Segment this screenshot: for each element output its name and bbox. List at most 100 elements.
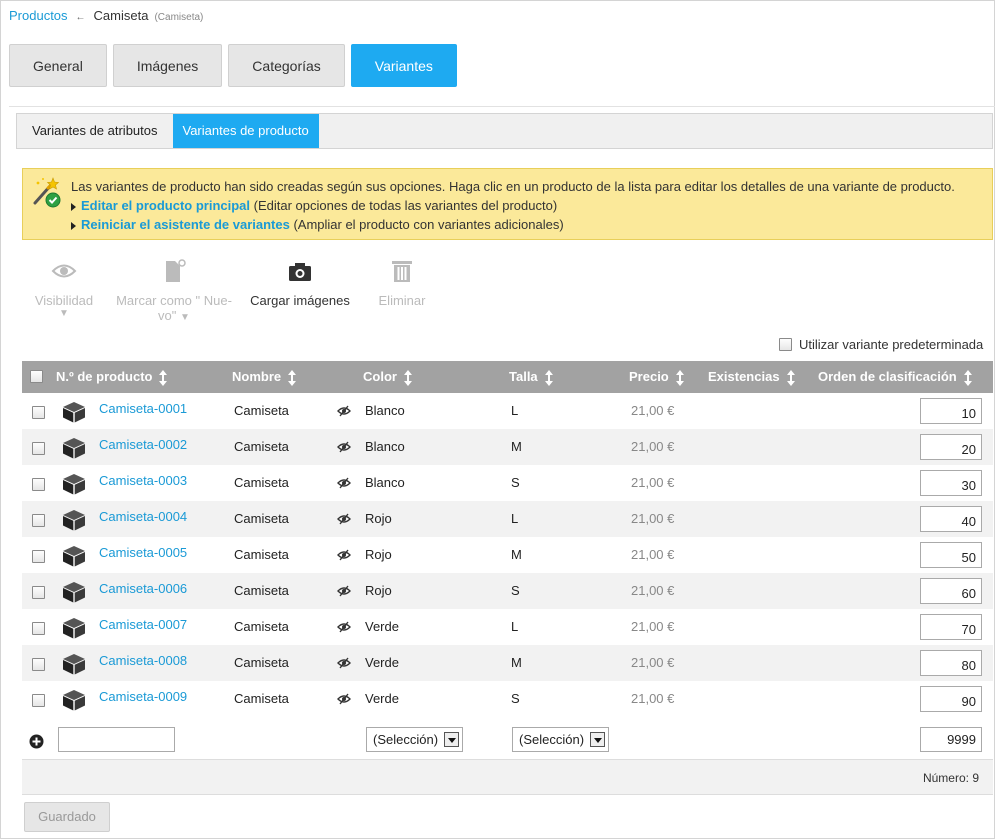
product-price: 21,00 € xyxy=(631,511,675,526)
sort-order-input[interactable]: 30 xyxy=(920,470,982,496)
row-checkbox[interactable] xyxy=(32,550,45,563)
sort-icon xyxy=(288,369,297,386)
info-line-2: Reiniciar el asistente de variantes (Amp… xyxy=(71,215,955,234)
col-header-color[interactable]: Color xyxy=(363,361,412,393)
product-color: Verde xyxy=(365,691,399,706)
tab-general[interactable]: General xyxy=(9,44,107,87)
eye-icon xyxy=(51,264,77,278)
row-checkbox[interactable] xyxy=(32,478,45,491)
upload-images-button[interactable]: Cargar imágenes xyxy=(248,258,352,308)
subtab-variantes-de-atributos[interactable]: Variantes de atributos xyxy=(17,114,173,148)
new-size-select[interactable]: (Selección) xyxy=(512,727,609,752)
trash-icon xyxy=(392,261,412,282)
tabs-divider xyxy=(9,106,995,107)
table-row: Camiseta-0009 Camiseta Verde S 21,00 € 90 xyxy=(22,681,993,717)
delete-button[interactable]: Eliminar xyxy=(372,258,432,308)
product-color: Rojo xyxy=(365,583,392,598)
product-no-link[interactable]: Camiseta-0004 xyxy=(99,501,187,537)
breadcrumb-productos-link[interactable]: Productos xyxy=(9,8,68,23)
eye-slash-icon xyxy=(337,585,351,597)
info-line-1: Editar el producto principal (Editar opc… xyxy=(71,196,955,215)
sort-order-input[interactable]: 70 xyxy=(920,614,982,640)
row-checkbox[interactable] xyxy=(32,622,45,635)
restart-variant-wizard-link[interactable]: Reiniciar el asistente de variantes xyxy=(81,217,290,232)
save-button[interactable]: Guardado xyxy=(24,802,110,832)
sort-order-input[interactable]: 80 xyxy=(920,650,982,676)
product-box-icon xyxy=(63,474,85,495)
info-description: Las variantes de producto han sido cread… xyxy=(71,179,955,194)
edit-main-product-link[interactable]: Editar el producto principal xyxy=(81,198,250,213)
product-box-icon xyxy=(63,654,85,675)
delete-label: Eliminar xyxy=(378,293,426,308)
tab-imagenes[interactable]: Imágenes xyxy=(112,44,223,87)
product-no-link[interactable]: Camiseta-0007 xyxy=(99,609,187,645)
eye-slash-icon xyxy=(337,513,351,525)
tab-variantes[interactable]: Variantes xyxy=(350,44,457,87)
row-checkbox[interactable] xyxy=(32,586,45,599)
product-color: Verde xyxy=(365,655,399,670)
mark-as-new-button[interactable]: Marcar como " Nue- vo" ▼ xyxy=(114,258,234,323)
default-variant-label: Utilizar variante predeterminada xyxy=(799,337,984,352)
product-no-link[interactable]: Camiseta-0002 xyxy=(99,429,187,465)
product-name: Camiseta xyxy=(234,439,289,454)
product-name: Camiseta xyxy=(234,547,289,562)
sort-order-input[interactable]: 60 xyxy=(920,578,982,604)
product-size: M xyxy=(511,655,522,670)
sort-order-input[interactable]: 10 xyxy=(920,398,982,424)
new-color-select[interactable]: (Selección) xyxy=(366,727,463,752)
product-box-icon xyxy=(63,618,85,639)
row-checkbox[interactable] xyxy=(32,406,45,419)
product-no-link[interactable]: Camiseta-0003 xyxy=(99,465,187,501)
row-count: Número: 9 xyxy=(922,771,979,785)
col-header-price[interactable]: Precio xyxy=(629,361,684,393)
sort-order-input[interactable]: 40 xyxy=(920,506,982,532)
product-no-link[interactable]: Camiseta-0005 xyxy=(99,537,187,573)
tab-categorias[interactable]: Categorías xyxy=(228,44,345,87)
row-checkbox[interactable] xyxy=(32,514,45,527)
row-checkbox[interactable] xyxy=(32,694,45,707)
product-name: Camiseta xyxy=(234,691,289,706)
select-all-checkbox[interactable] xyxy=(30,370,43,383)
col-header-size[interactable]: Talla xyxy=(509,361,553,393)
table-row: Camiseta-0005 Camiseta Rojo M 21,00 € 50 xyxy=(22,537,993,573)
product-color: Blanco xyxy=(365,439,405,454)
product-price: 21,00 € xyxy=(631,583,675,598)
product-size: L xyxy=(511,403,519,418)
product-no-link[interactable]: Camiseta-0006 xyxy=(99,573,187,609)
col-header-stock[interactable]: Existencias xyxy=(708,361,795,393)
visibility-button[interactable]: Visibilidad ▼ xyxy=(22,258,106,319)
add-circle-icon[interactable] xyxy=(29,734,44,749)
table-row: Camiseta-0002 Camiseta Blanco M 21,00 € 20 xyxy=(22,429,993,465)
new-color-select-value: (Selección) xyxy=(373,732,439,747)
breadcrumb-separator-icon: ← xyxy=(75,12,86,23)
table-row: Camiseta-0007 Camiseta Verde L 21,00 € 70 xyxy=(22,609,993,645)
product-no-link[interactable]: Camiseta-0001 xyxy=(99,393,187,429)
product-color: Blanco xyxy=(365,403,405,418)
col-header-product-no[interactable]: N.º de producto xyxy=(56,361,168,393)
col-header-name[interactable]: Nombre xyxy=(232,361,297,393)
sort-icon xyxy=(544,369,553,386)
row-checkbox[interactable] xyxy=(32,658,45,671)
product-no-link[interactable]: Camiseta-0008 xyxy=(99,645,187,681)
sort-icon xyxy=(786,369,795,386)
product-size: M xyxy=(511,547,522,562)
subtab-variantes-de-producto[interactable]: Variantes de producto xyxy=(172,114,319,148)
new-sort-order-input[interactable]: 9999 xyxy=(920,727,982,752)
default-variant-checkbox[interactable] xyxy=(779,338,792,351)
triangle-right-icon xyxy=(71,221,76,230)
sort-icon xyxy=(159,369,168,386)
sort-order-input[interactable]: 90 xyxy=(920,686,982,712)
table-footer: Número: 9 xyxy=(22,759,993,795)
product-price: 21,00 € xyxy=(631,619,675,634)
product-size: S xyxy=(511,691,520,706)
sort-icon xyxy=(403,369,412,386)
col-header-sort-order[interactable]: Orden de clasificación xyxy=(818,361,972,393)
product-no-link[interactable]: Camiseta-0009 xyxy=(99,681,187,717)
sort-order-input[interactable]: 50 xyxy=(920,542,982,568)
new-product-no-input[interactable] xyxy=(58,727,175,752)
sort-order-input[interactable]: 20 xyxy=(920,434,982,460)
product-size: L xyxy=(511,511,519,526)
sort-icon xyxy=(675,369,684,386)
product-color: Verde xyxy=(365,619,399,634)
row-checkbox[interactable] xyxy=(32,442,45,455)
